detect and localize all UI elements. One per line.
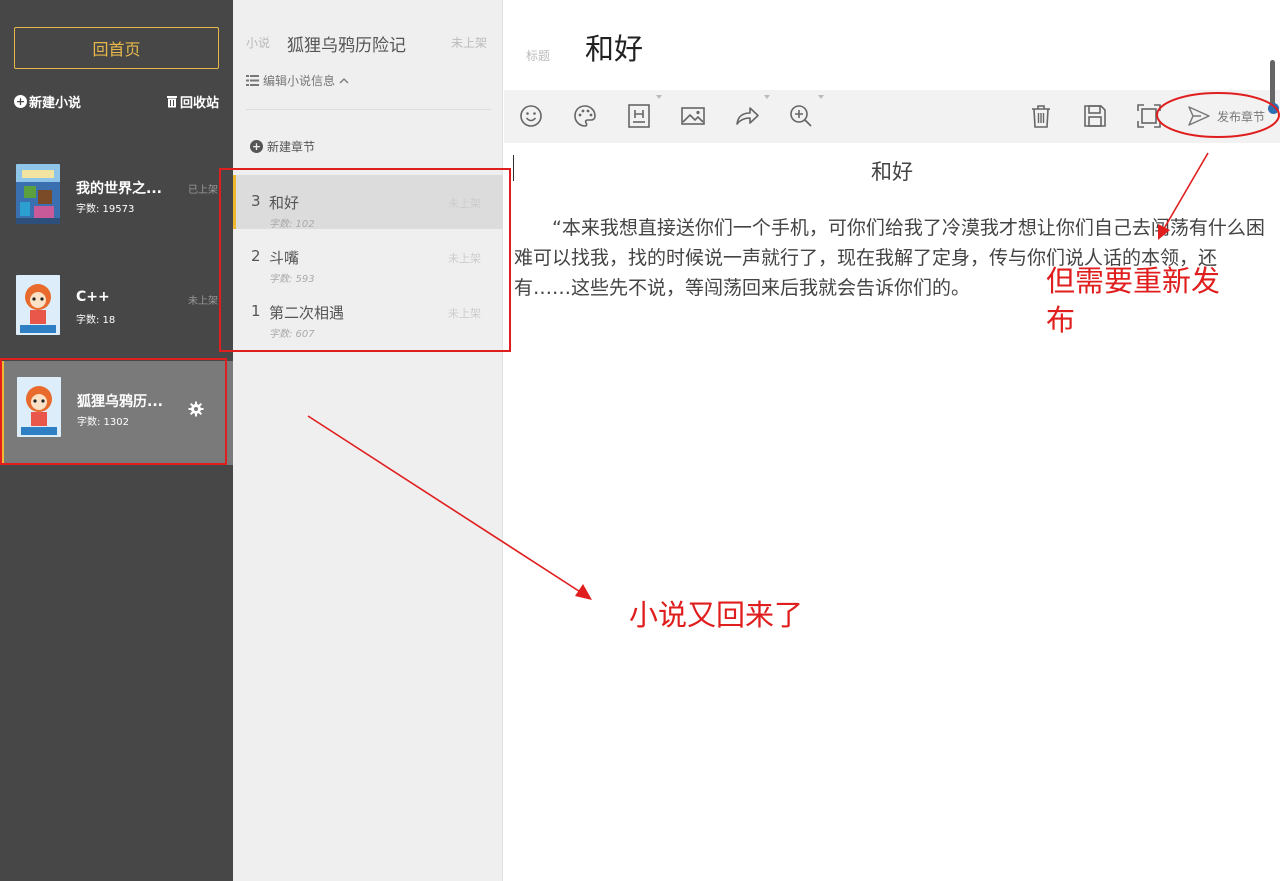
publish-chapter-label: 发布章节 [1217, 109, 1266, 124]
divider [246, 109, 491, 110]
list-icon [246, 75, 259, 86]
recycle-bin-label: 回收站 [179, 95, 219, 111]
novel-status: 未上架 [188, 296, 218, 307]
new-novel-label: 新建小说 [29, 95, 82, 111]
emoji-icon [520, 105, 542, 127]
chapter-status: 未上架 [448, 252, 481, 265]
novel-word-count: 字数: 19573 [76, 204, 135, 215]
novel-status: 未上架 [451, 36, 488, 50]
caret-icon [818, 95, 824, 99]
heading-icon [628, 104, 650, 128]
edit-novel-info-label: 编辑小说信息 [263, 74, 336, 88]
chapter-editor: 标题 和好 发布章节 和好 “本来我想直接送你们一个手机，可你们给我了冷漠我才想… [504, 0, 1280, 881]
novel-cover [16, 164, 60, 224]
emoji-button[interactable] [516, 101, 546, 131]
gear-icon[interactable] [188, 401, 204, 417]
chapter-status: 未上架 [448, 307, 481, 320]
novel-label: 小说 [246, 36, 271, 50]
publish-chapter-button[interactable]: 发布章节 [1187, 102, 1265, 130]
chapter-item-active[interactable]: 3 和好 字数: 102 未上架 [233, 175, 503, 230]
sidebar-actions: + 新建小说 回收站 [14, 92, 219, 111]
share-button[interactable] [732, 95, 770, 131]
chapter-status: 未上架 [448, 197, 481, 210]
chapter-word-count: 字数: 593 [269, 274, 315, 285]
novel-word-count: 字数: 18 [76, 315, 116, 326]
novel-cover [16, 275, 60, 335]
chapter-name: 和好 [269, 194, 300, 212]
novel-title: 我的世界之... [76, 181, 162, 197]
delete-icon [1032, 105, 1050, 128]
novel-item-active[interactable]: 狐狸乌鸦历... 字数: 1302 [0, 361, 233, 465]
novel-cover [17, 377, 61, 437]
new-novel-button[interactable]: + 新建小说 [14, 92, 81, 111]
share-icon [736, 107, 759, 125]
chapter-word-count: 字数: 102 [269, 219, 315, 230]
chapter-item[interactable]: 2 斗嘴 字数: 593 未上架 [233, 230, 503, 285]
novel-item[interactable]: C++ 字数: 18 未上架 [0, 259, 233, 363]
novel-title: 狐狸乌鸦历... [77, 394, 163, 410]
zoom-in-icon [790, 105, 812, 127]
novel-status: 已上架 [188, 185, 218, 196]
annotation-republish-note: 但需要重新发布 [1046, 264, 1221, 337]
new-chapter-button[interactable]: + 新建章节 [250, 138, 315, 155]
trash-icon [166, 95, 177, 107]
delete-chapter-button[interactable] [1026, 101, 1056, 131]
caret-icon [764, 95, 770, 99]
heading-button[interactable] [624, 95, 662, 131]
image-button[interactable] [678, 101, 708, 131]
zoom-button[interactable] [786, 95, 824, 131]
plus-circle-icon: + [14, 94, 27, 108]
recycle-bin-button[interactable]: 回收站 [166, 92, 219, 111]
send-icon [1188, 106, 1210, 126]
edit-novel-info-toggle[interactable]: 编辑小说信息 [246, 72, 349, 89]
novel-title-heading: 狐狸乌鸦历险记 [287, 36, 406, 56]
caret-icon [656, 95, 662, 99]
novel-item[interactable]: 我的世界之... 字数: 19573 已上架 [0, 148, 233, 252]
palette-button[interactable] [570, 101, 600, 131]
new-chapter-label: 新建章节 [267, 140, 316, 154]
document-heading[interactable]: 和好 [504, 156, 1280, 186]
app-root: 回首页 + 新建小说 回收站 我的世界之... 字数: 19573 已上架 C+… [0, 0, 1280, 881]
save-button[interactable] [1080, 101, 1110, 131]
chapter-word-count: 字数: 607 [269, 329, 315, 340]
novel-word-count: 字数: 1302 [77, 417, 129, 428]
fullscreen-button[interactable] [1134, 101, 1164, 131]
novel-sidebar: 回首页 + 新建小说 回收站 我的世界之... 字数: 19573 已上架 C+… [0, 0, 233, 881]
chevron-up-icon [339, 78, 349, 84]
annotation-returned-note: 小说又回来了 [629, 598, 804, 632]
chapter-title-input[interactable]: 和好 [585, 26, 643, 68]
chapter-number: 1 [251, 302, 261, 320]
editor-toolbar: 发布章节 [504, 90, 1280, 143]
chapter-panel: 小说 狐狸乌鸦历险记 未上架 编辑小说信息 + 新建章节 3 和好 字数: 10… [233, 0, 503, 881]
home-button[interactable]: 回首页 [14, 27, 219, 69]
fullscreen-icon [1137, 104, 1161, 128]
novel-title: C++ [76, 289, 110, 305]
chapter-item[interactable]: 1 第二次相遇 字数: 607 未上架 [233, 285, 503, 340]
palette-icon [574, 105, 596, 127]
chapter-number: 3 [251, 192, 261, 210]
title-label: 标题 [526, 49, 551, 63]
save-icon [1084, 105, 1106, 127]
chapter-number: 2 [251, 247, 261, 265]
scrollbar-marker [1268, 103, 1279, 114]
image-icon [681, 107, 705, 125]
chapter-name: 斗嘴 [269, 249, 300, 267]
plus-circle-icon: + [250, 140, 263, 153]
chapter-name: 第二次相遇 [269, 304, 345, 322]
